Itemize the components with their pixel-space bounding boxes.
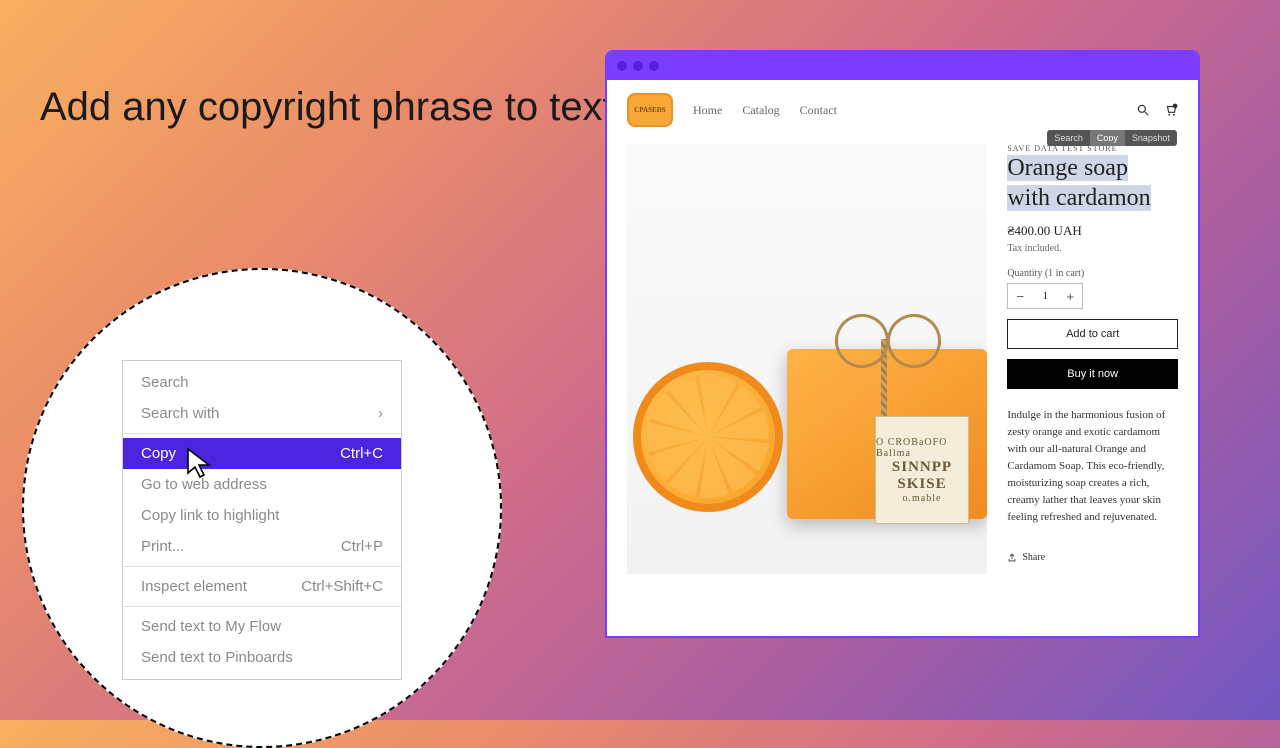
context-menu-go-to[interactable]: Go to web address <box>123 469 401 500</box>
cart-icon[interactable] <box>1164 103 1178 117</box>
browser-context-menu: Search Search with› CopyCtrl+C Go to web… <box>122 360 402 680</box>
product-title: Orange soap with cardamon <box>1007 153 1178 213</box>
buy-now-button[interactable]: Buy it now <box>1007 359 1178 389</box>
browser-titlebar <box>607 52 1198 80</box>
product-details: Search Copy Snapshot SAVE DATA TEST STOR… <box>1007 144 1178 574</box>
share-link[interactable]: Share <box>1007 552 1178 563</box>
context-menu-separator <box>123 566 401 567</box>
context-menu-inspect[interactable]: Inspect elementCtrl+Shift+C <box>123 571 401 602</box>
context-menu-send-pinboards[interactable]: Send text to Pinboards <box>123 642 401 673</box>
window-dot-icon <box>617 61 627 71</box>
context-menu-callout-circle: Search Search with› CopyCtrl+C Go to web… <box>22 268 502 748</box>
window-dot-icon <box>633 61 643 71</box>
shop-logo[interactable]: CPASEDS <box>627 93 673 127</box>
qty-value: 1 <box>1032 284 1058 308</box>
tooltip-copy[interactable]: Copy <box>1090 130 1125 146</box>
tooltip-snapshot[interactable]: Snapshot <box>1125 130 1177 146</box>
product-price: ₴400.00 UAH <box>1007 223 1178 239</box>
mock-browser-window: CPASEDS Home Catalog Contact O CROBaOFO … <box>605 50 1200 638</box>
context-menu-copy[interactable]: CopyCtrl+C <box>123 438 401 469</box>
qty-decrease-button[interactable]: − <box>1008 284 1032 308</box>
nav-home[interactable]: Home <box>693 103 722 118</box>
shop-page: CPASEDS Home Catalog Contact O CROBaOFO … <box>607 80 1198 636</box>
product-image: O CROBaOFO Ballma SINNPP SKISE o.mable <box>627 144 987 574</box>
qty-increase-button[interactable]: + <box>1058 284 1082 308</box>
product-label-tag: O CROBaOFO Ballma SINNPP SKISE o.mable <box>875 416 969 524</box>
context-menu-copy-link-highlight[interactable]: Copy link to highlight <box>123 500 401 531</box>
cursor-icon <box>185 447 215 481</box>
orange-slice-illustration <box>633 362 783 512</box>
context-menu-search[interactable]: Search <box>123 367 401 398</box>
share-icon <box>1007 553 1017 563</box>
chevron-right-icon: › <box>378 405 383 422</box>
add-to-cart-button[interactable]: Add to cart <box>1007 319 1178 349</box>
context-menu-separator <box>123 433 401 434</box>
product-description: Indulge in the harmonious fusion of zest… <box>1007 407 1178 526</box>
quantity-stepper[interactable]: − 1 + <box>1007 283 1083 309</box>
nav-contact[interactable]: Contact <box>800 103 837 118</box>
quantity-label: Quantity (1 in cart) <box>1007 268 1178 279</box>
selection-tooltip[interactable]: Search Copy Snapshot <box>1047 130 1177 146</box>
context-menu-send-flow[interactable]: Send text to My Flow <box>123 611 401 642</box>
search-icon[interactable] <box>1136 103 1150 117</box>
nav-catalog[interactable]: Catalog <box>742 103 779 118</box>
context-menu-separator <box>123 606 401 607</box>
tooltip-search[interactable]: Search <box>1047 130 1090 146</box>
twine-bow-illustration <box>833 304 943 374</box>
context-menu-print[interactable]: Print...Ctrl+P <box>123 531 401 562</box>
context-menu-search-with[interactable]: Search with› <box>123 398 401 429</box>
window-dot-icon <box>649 61 659 71</box>
tax-note: Tax included. <box>1007 243 1178 254</box>
